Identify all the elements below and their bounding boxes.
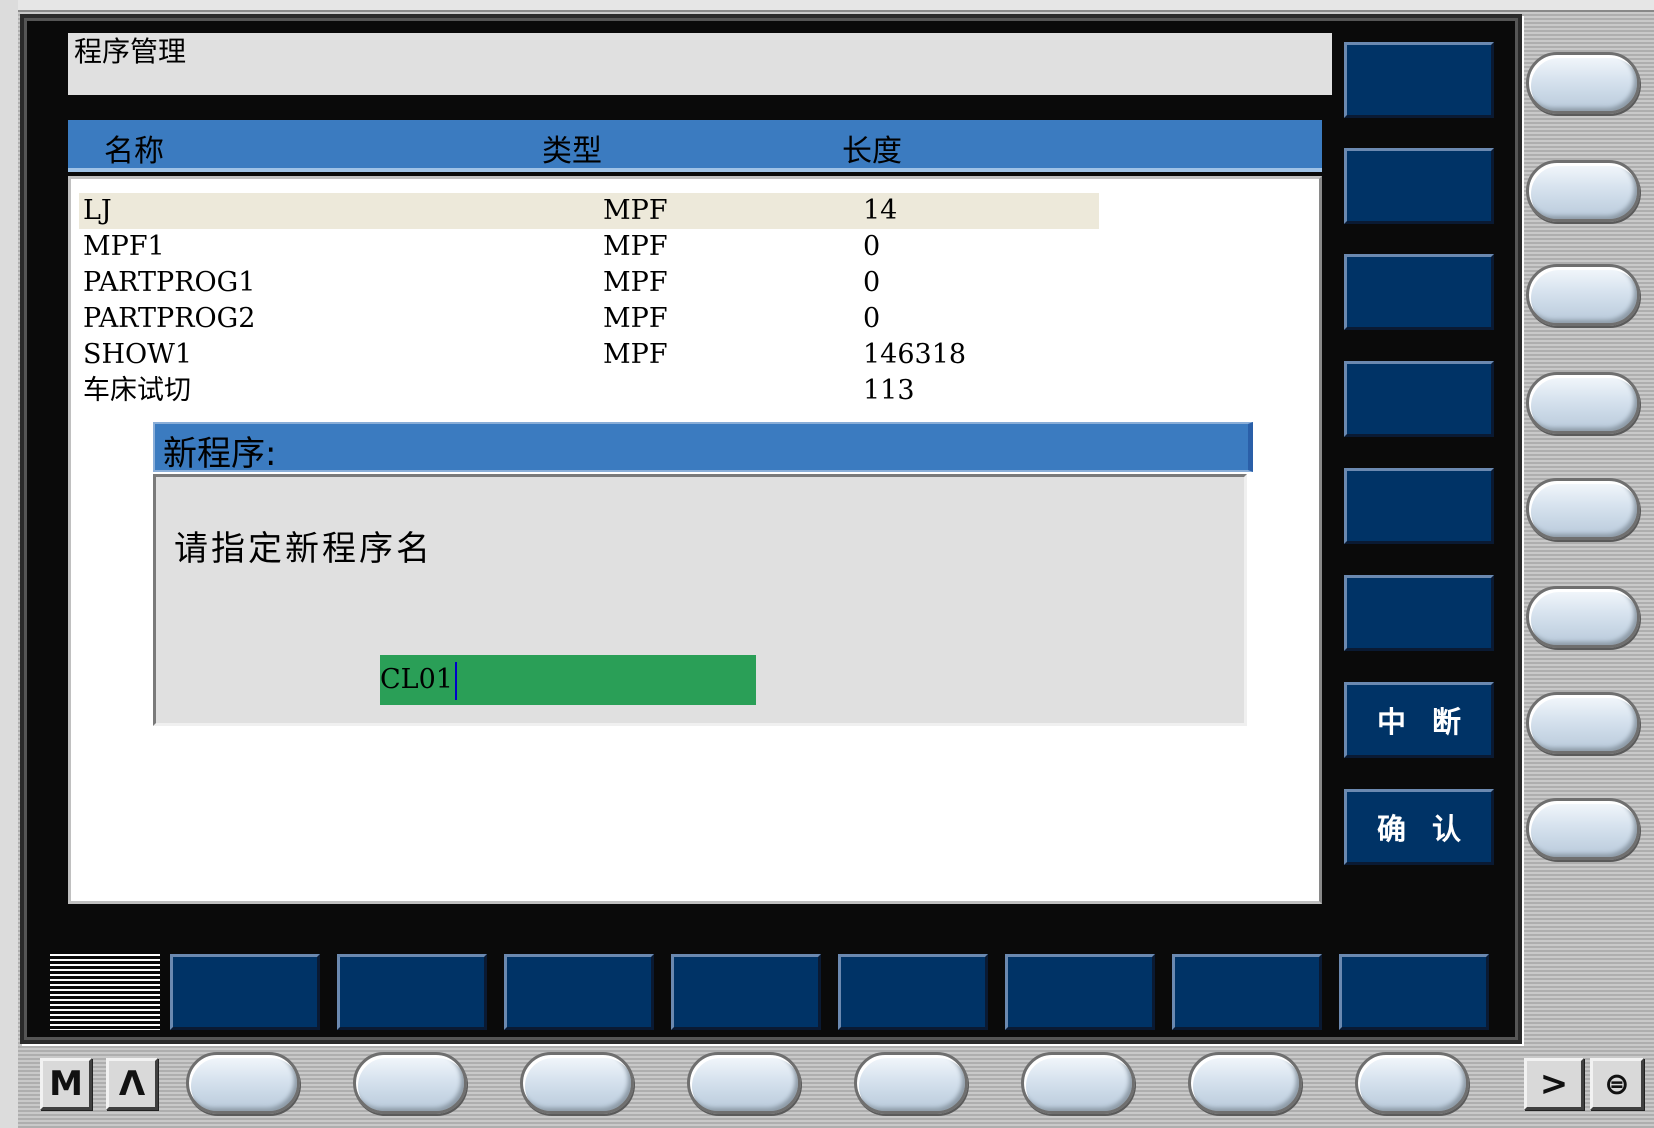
new-program-dialog-title: 新程序: [153,422,1253,474]
program-name-input-value: CL01 [380,664,453,695]
program-name-input[interactable]: CL01 [380,655,756,705]
column-length-header: 长度 [842,134,902,169]
vertical-softkey-3[interactable] [1344,254,1494,330]
bottom-hardkey-1[interactable] [186,1052,300,1114]
bottom-hardkey-3[interactable] [520,1052,634,1114]
program-type: MPF [603,195,668,226]
bottom-hardkey-2[interactable] [353,1052,467,1114]
program-name: 车床试切 [83,375,191,406]
horizontal-softkey-1[interactable] [170,954,320,1030]
column-type-header: 类型 [542,134,602,169]
machine-mode-button[interactable]: M [40,1058,92,1110]
bottom-hardkey-5[interactable] [854,1052,968,1114]
program-type: MPF [603,267,668,298]
program-name: LJ [83,195,112,226]
confirm-softkey[interactable]: 确认 [1344,789,1494,865]
bottom-hardkey-4[interactable] [687,1052,801,1114]
horizontal-softkey-7[interactable] [1172,954,1322,1030]
side-hardkey-5[interactable] [1526,478,1640,540]
program-type: MPF [603,231,668,262]
text-caret [454,661,457,700]
program-row[interactable]: PARTPROG1 MPF 0 [79,265,1099,301]
program-name: SHOW1 [83,339,193,370]
side-hardkey-6[interactable] [1526,586,1640,648]
vertical-softkey-5[interactable] [1344,468,1494,544]
program-length: 0 [863,303,881,334]
recall-hatch-indicator [50,954,160,1030]
bottom-hardkey-6[interactable] [1021,1052,1135,1114]
side-hardkey-7[interactable] [1526,692,1640,754]
next-menu-button[interactable]: > [1524,1058,1584,1110]
horizontal-softkey-8[interactable] [1339,954,1489,1030]
menu-select-button[interactable]: ⊜ [1590,1058,1644,1110]
program-length: 14 [863,195,898,226]
horizontal-softkey-4[interactable] [671,954,821,1030]
vertical-softkey-2[interactable] [1344,148,1494,224]
program-length: 0 [863,231,881,262]
program-row-selected[interactable]: LJ MPF 14 [79,193,1099,229]
recall-button[interactable]: Λ [106,1058,158,1110]
side-hardkey-4[interactable] [1526,372,1640,434]
program-name: MPF1 [83,231,165,262]
dialog-title-text: 新程序: [163,434,277,474]
side-hardkey-8[interactable] [1526,798,1640,860]
program-length: 113 [863,375,915,406]
program-type: MPF [603,339,668,370]
program-row[interactable]: PARTPROG2 MPF 0 [79,301,1099,337]
horizontal-softkey-2[interactable] [337,954,487,1030]
program-row[interactable]: MPF1 MPF 0 [79,229,1099,265]
program-row[interactable]: SHOW1 MPF 146318 [79,337,1099,373]
vertical-softkey-4[interactable] [1344,361,1494,437]
side-hardkey-2[interactable] [1526,160,1640,222]
abort-softkey[interactable]: 中断 [1344,682,1494,758]
program-type: MPF [603,303,668,334]
new-program-dialog: 请指定新程序名 CL01 [153,474,1247,726]
title-bar: 程序管理 [68,33,1332,95]
program-name: PARTPROG1 [83,267,256,298]
left-strip [0,0,18,1128]
horizontal-softkey-5[interactable] [838,954,988,1030]
column-name-header: 名称 [104,134,164,169]
side-hardkey-1[interactable] [1526,52,1640,114]
page-title: 程序管理 [74,35,187,68]
vertical-softkey-1[interactable] [1344,42,1494,118]
program-length: 0 [863,267,881,298]
horizontal-softkey-6[interactable] [1005,954,1155,1030]
vertical-softkey-6[interactable] [1344,575,1494,651]
program-row[interactable]: 车床试切 113 [79,373,1099,409]
program-name: PARTPROG2 [83,303,256,334]
program-length: 146318 [863,339,967,370]
bottom-hardkey-8[interactable] [1355,1052,1469,1114]
program-list-header: 名称 类型 长度 [68,120,1322,172]
dialog-prompt: 请指定新程序名 [174,529,433,569]
top-strip [0,0,1654,12]
horizontal-softkey-3[interactable] [504,954,654,1030]
bottom-hardkey-7[interactable] [1188,1052,1302,1114]
side-hardkey-3[interactable] [1526,264,1640,326]
